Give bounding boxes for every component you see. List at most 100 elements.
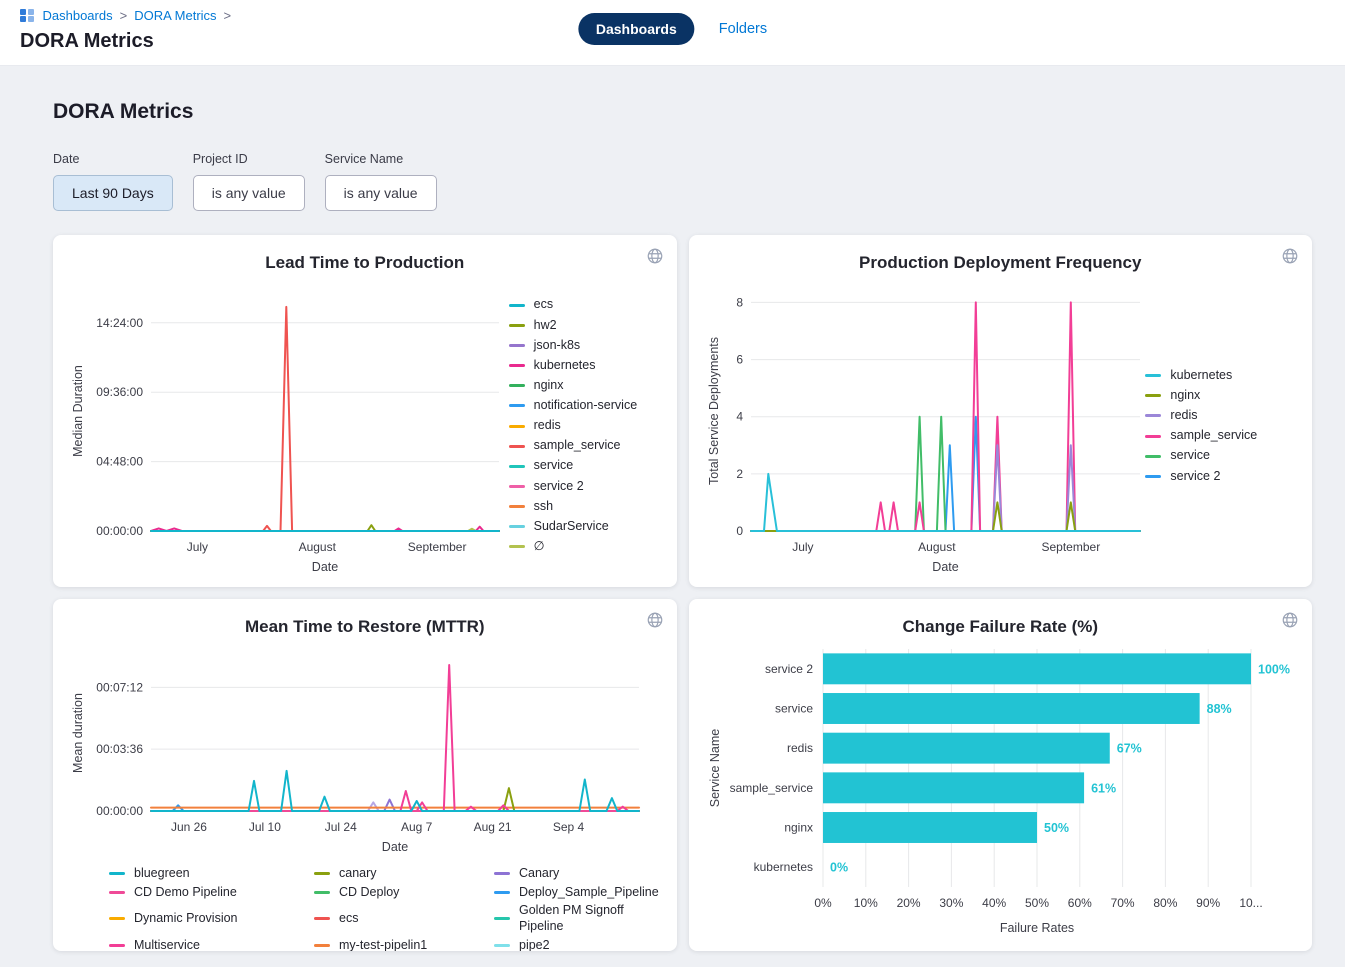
legend-label: hw2 — [534, 318, 557, 334]
legend-label: bluegreen — [134, 866, 190, 882]
legend-label: json-k8s — [534, 338, 581, 354]
legend-item[interactable]: bluegreen — [109, 866, 314, 882]
x-tick-label: Aug 21 — [474, 820, 512, 834]
chart-title: Mean Time to Restore (MTTR) — [69, 617, 661, 637]
legend-item[interactable]: ecs — [314, 903, 494, 934]
legend-item[interactable]: ∅ — [509, 539, 661, 555]
x-tick-label: 80% — [1153, 896, 1177, 910]
legend-item[interactable]: notification-service — [509, 398, 661, 414]
y-tick-label: 00:00:00 — [96, 804, 143, 818]
legend-label: nginx — [1170, 388, 1200, 404]
legend-item[interactable]: Canary — [494, 866, 661, 882]
legend-item[interactable]: service — [1145, 448, 1296, 464]
legend-swatch — [509, 344, 525, 347]
bar-value-label: 50% — [1044, 821, 1069, 835]
mttr-legend: bluegreen CD Demo Pipeline Dynamic Provisi… — [109, 866, 661, 951]
bar-value-label: 100% — [1258, 662, 1290, 676]
legend-item[interactable]: pipe2 — [494, 938, 661, 952]
x-tick-label: August — [918, 540, 956, 554]
y-tick-label: 4 — [736, 410, 743, 424]
chart-title: Production Deployment Frequency — [705, 253, 1297, 273]
legend-item[interactable]: ssh — [509, 499, 661, 515]
legend-item[interactable]: nginx — [509, 378, 661, 394]
breadcrumb-link-dashboards[interactable]: Dashboards — [43, 8, 113, 23]
filter-date-label: Date — [53, 152, 173, 166]
legend-item[interactable]: kubernetes — [1145, 368, 1296, 384]
deployment-frequency-chart: 02468JulyAugustSeptemberDateTotal Servic… — [705, 275, 1146, 577]
legend-item[interactable]: CD Demo Pipeline — [109, 885, 314, 901]
legend-swatch — [1145, 435, 1161, 438]
date-filter-button[interactable]: Last 90 Days — [53, 175, 173, 211]
bar-category-label: service 2 — [764, 662, 812, 676]
legend-item[interactable]: sample_service — [509, 438, 661, 454]
legend-label: kubernetes — [1170, 368, 1232, 384]
legend-label: Golden PM Signoff Pipeline — [519, 903, 661, 934]
legend-item[interactable]: SudarService — [509, 519, 661, 535]
legend-swatch — [509, 324, 525, 327]
tab-dashboards[interactable]: Dashboards — [578, 13, 695, 45]
dashboard-grid-icon — [20, 9, 34, 23]
globe-icon[interactable] — [646, 247, 664, 268]
x-tick-label: August — [299, 540, 337, 554]
legend-item[interactable]: service 2 — [509, 479, 661, 495]
globe-icon[interactable] — [1281, 247, 1299, 268]
legend-item[interactable]: Golden PM Signoff Pipeline — [494, 903, 661, 934]
x-axis-label: Date — [382, 840, 408, 854]
legend-item[interactable]: hw2 — [509, 318, 661, 334]
y-tick-label: 04:48:00 — [96, 455, 143, 469]
legend-item[interactable]: service — [509, 458, 661, 474]
legend-swatch — [509, 425, 525, 428]
x-axis-label: Date — [932, 560, 958, 574]
filter-bar: Date Last 90 Days Project ID is any valu… — [53, 152, 1312, 211]
legend-swatch — [1145, 475, 1161, 478]
legend-item[interactable]: redis — [509, 418, 661, 434]
breadcrumb-link-dora-metrics[interactable]: DORA Metrics — [134, 8, 216, 23]
project-id-filter-button[interactable]: is any value — [193, 175, 305, 211]
legend-item[interactable]: my-test-pipelin1 — [314, 938, 494, 952]
legend-item[interactable]: CD Deploy — [314, 885, 494, 901]
legend-swatch — [509, 545, 525, 548]
legend-item[interactable]: Deploy_Sample_Pipeline — [494, 885, 661, 901]
legend-item[interactable]: redis — [1145, 408, 1296, 424]
lead-time-legend: ecs hw2 json-k8s kubernetes nginx notificatio… — [509, 297, 661, 554]
legend-item[interactable]: sample_service — [1145, 428, 1296, 444]
card-change-failure-rate: Change Failure Rate (%) 0%10%20%30%40%50… — [689, 599, 1313, 951]
x-tick-label: Jul 24 — [325, 820, 357, 834]
globe-icon[interactable] — [646, 611, 664, 632]
tab-folders[interactable]: Folders — [719, 21, 767, 37]
legend-label: service — [534, 458, 574, 474]
x-tick-label: 50% — [1024, 896, 1048, 910]
legend-item[interactable]: Dynamic Provision — [109, 903, 314, 934]
globe-icon[interactable] — [1281, 611, 1299, 632]
y-tick-label: 00:00:00 — [96, 524, 143, 538]
legend-item[interactable]: ecs — [509, 297, 661, 313]
legend-swatch — [109, 917, 125, 920]
legend-swatch — [494, 917, 510, 920]
legend-label: CD Deploy — [339, 885, 399, 901]
legend-label: sample_service — [534, 438, 621, 454]
x-tick-label: 90% — [1196, 896, 1220, 910]
legend-label: ecs — [534, 297, 553, 313]
service-name-filter-button[interactable]: is any value — [325, 175, 437, 211]
legend-swatch — [109, 872, 125, 875]
legend-label: nginx — [534, 378, 564, 394]
legend-item[interactable]: nginx — [1145, 388, 1296, 404]
legend-item[interactable]: json-k8s — [509, 338, 661, 354]
legend-swatch — [494, 872, 510, 875]
dashboard-grid: Lead Time to Production 00:00:0004:48:00… — [53, 235, 1312, 951]
legend-item[interactable]: kubernetes — [509, 358, 661, 374]
legend-swatch — [1145, 414, 1161, 417]
deployment-frequency-legend: kubernetes nginx redis sample_serviceservic… — [1145, 368, 1296, 484]
legend-label: ∅ — [534, 539, 545, 555]
legend-item[interactable]: service 2 — [1145, 469, 1296, 485]
legend-label: service 2 — [1170, 469, 1220, 485]
legend-item[interactable]: canary — [314, 866, 494, 882]
legend-label: CD Demo Pipeline — [134, 885, 237, 901]
legend-label: redis — [1170, 408, 1197, 424]
legend-label: Dynamic Provision — [134, 911, 238, 927]
topbar: Dashboards > DORA Metrics > DORA Metrics… — [0, 0, 1345, 66]
chart-title: Change Failure Rate (%) — [705, 617, 1297, 637]
bar-category-label: service — [774, 702, 812, 716]
legend-label: ecs — [339, 911, 358, 927]
legend-item[interactable]: Multiservice — [109, 938, 314, 952]
